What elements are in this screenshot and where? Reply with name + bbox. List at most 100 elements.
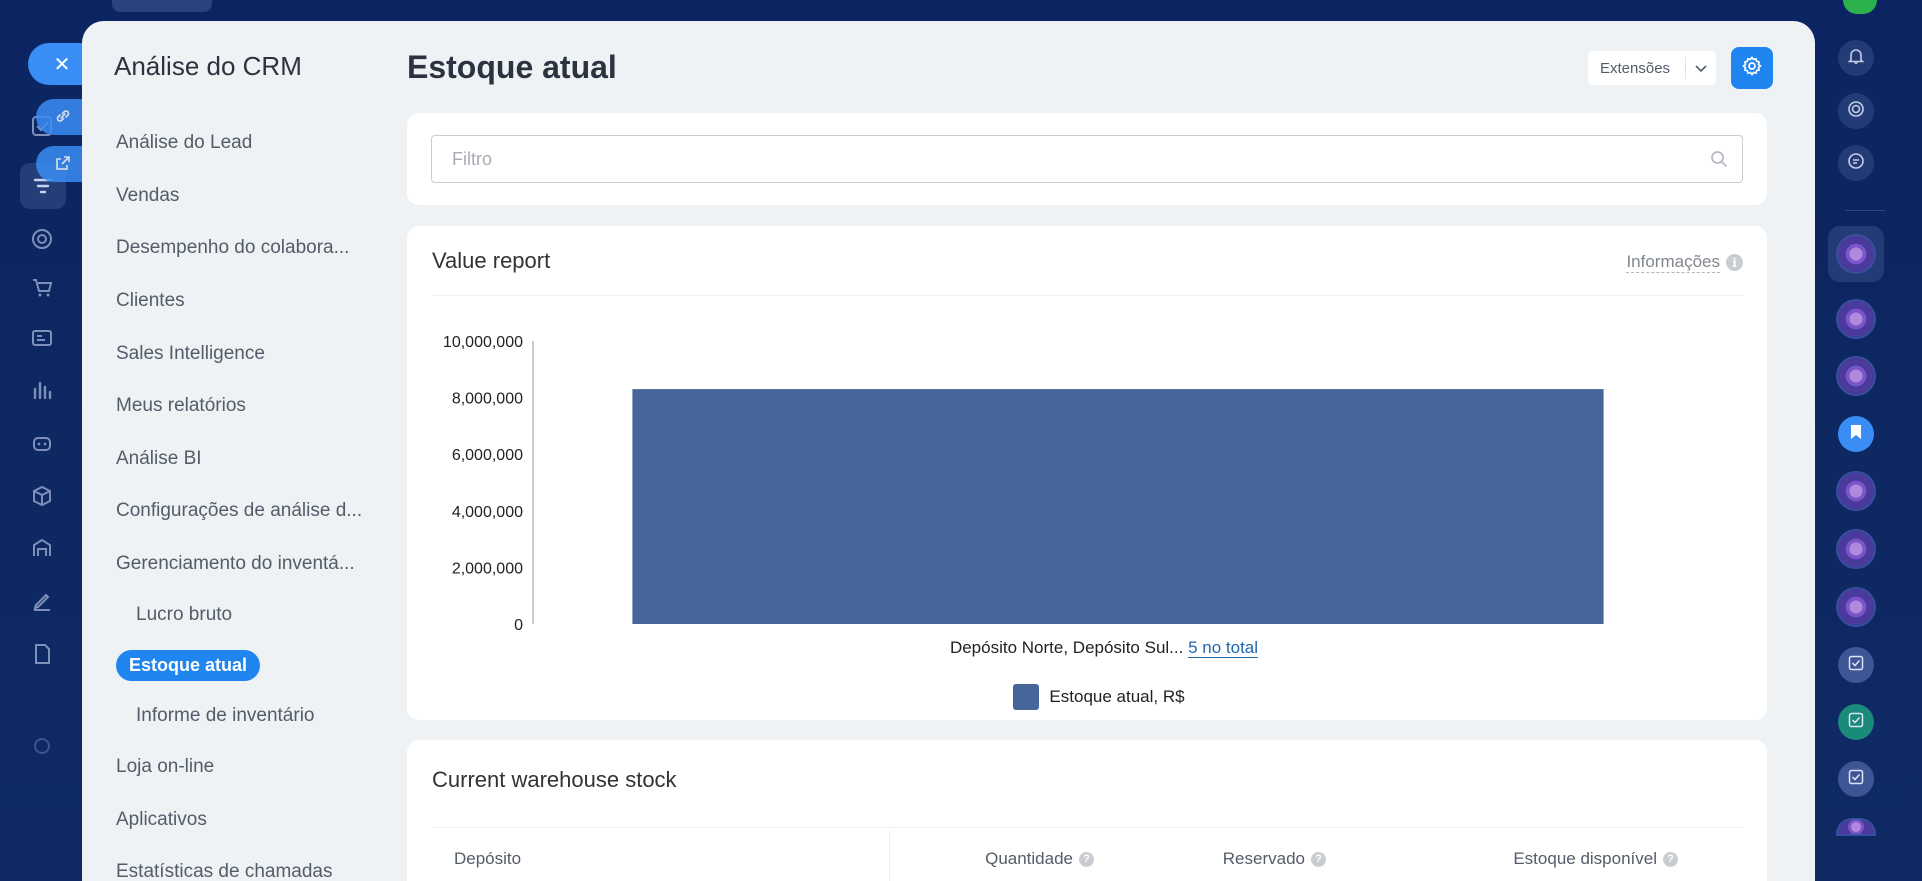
chat-avatar[interactable]	[1838, 358, 1874, 394]
chat-avatar[interactable]	[1838, 301, 1874, 337]
sidebar-item-inventory-management[interactable]: Gerenciamento do inventá...	[116, 538, 376, 591]
sidebar-title: Análise do CRM	[114, 51, 302, 81]
sidebar-item-label: Estoque atual	[116, 650, 261, 682]
help-icon[interactable]: ?	[1663, 851, 1678, 867]
sidebar-item-label: Aplicativos	[116, 808, 207, 830]
sidebar-menu: Análise do Lead Vendas Desempenho do col…	[116, 117, 376, 881]
sidebar-item-clients[interactable]: Clientes	[116, 275, 376, 328]
legend-swatch	[1013, 684, 1040, 710]
sign-icon[interactable]	[26, 585, 58, 617]
column-label: Estoque disponível	[1513, 849, 1657, 868]
table-header: Depósito Quantidade ? Reservado ? Estoqu…	[432, 830, 1743, 881]
extensions-dropdown[interactable]: Extensões	[1588, 51, 1716, 85]
page-title: Estoque atual	[407, 49, 617, 85]
chat-avatar[interactable]	[1838, 473, 1874, 509]
sidebar-item-label: Vendas	[116, 184, 180, 206]
notifications-button[interactable]	[1838, 40, 1874, 76]
copy-link-button[interactable]	[36, 99, 82, 135]
warehouse-stock-card: Current warehouse stock Depósito Quantid…	[407, 740, 1767, 881]
sidebar-item-label: Análise BI	[116, 447, 202, 469]
sidebar-item-sales[interactable]: Vendas	[116, 170, 376, 223]
sidebar-item-label: Meus relatórios	[116, 395, 246, 417]
open-new-window-button[interactable]	[36, 146, 82, 182]
bell-icon	[1847, 47, 1865, 70]
total-warehouses-link[interactable]: 5 no total	[1188, 638, 1259, 658]
sidebar-item-inventory-report[interactable]: Informe de inventário	[116, 692, 376, 741]
close-slider-button[interactable]: ✕	[28, 43, 82, 85]
column-label: Reservado	[1222, 849, 1305, 868]
column-header-warehouse[interactable]: Depósito	[432, 830, 890, 881]
sidebar-item-sales-intelligence[interactable]: Sales Intelligence	[116, 327, 376, 380]
column-header-quantity[interactable]: Quantidade ?	[890, 830, 1114, 881]
sidebar-item-employee-performance[interactable]: Desempenho do colabora...	[116, 222, 376, 275]
chat-avatar[interactable]	[1838, 531, 1874, 567]
link-icon	[55, 108, 71, 127]
bookmark-icon	[1849, 424, 1863, 445]
sidebar-item-applications[interactable]: Aplicativos	[116, 794, 376, 847]
cart-icon[interactable]	[26, 272, 58, 304]
sidebar-item-label: Sales Intelligence	[116, 342, 265, 364]
sidebar-item-analytics-settings[interactable]: Configurações de análise d...	[116, 485, 376, 538]
column-label: Depósito	[454, 849, 522, 868]
sidebar-item-current-stock[interactable]: Estoque atual	[116, 639, 376, 692]
search-icon[interactable]	[1696, 150, 1742, 168]
filter-input[interactable]	[432, 136, 1696, 182]
sidebar-item-label: Lucro bruto	[136, 603, 233, 625]
close-icon: ✕	[53, 53, 71, 76]
y-tick-label: 10,000,000	[443, 334, 523, 351]
warehouse-icon[interactable]	[26, 532, 58, 564]
task-chat-button[interactable]	[1838, 704, 1874, 740]
y-tick-label: 4,000,000	[452, 504, 523, 521]
box-icon[interactable]	[26, 480, 58, 512]
settings-button[interactable]	[1731, 47, 1773, 89]
legend-label: Estoque atual, R$	[1049, 687, 1185, 706]
robot-icon[interactable]	[26, 427, 58, 459]
filter-box	[431, 135, 1743, 183]
help-icon[interactable]: ?	[1311, 851, 1326, 867]
sidebar-item-label: Configurações de análise d...	[116, 500, 363, 522]
sidebar-item-label: Loja on-line	[116, 756, 215, 778]
sidebar-item-gross-profit[interactable]: Lucro bruto	[116, 590, 376, 639]
chat-avatar[interactable]	[1838, 589, 1874, 625]
task-chat-button[interactable]	[1838, 647, 1874, 683]
extensions-label: Extensões	[1600, 59, 1671, 77]
copilot-button[interactable]	[1838, 93, 1874, 129]
category-text: Depósito Norte, Depósito Sul...	[949, 638, 1184, 657]
chat-search-button[interactable]	[1838, 145, 1874, 181]
column-header-reserved[interactable]: Reservado ?	[1114, 830, 1346, 881]
chat-sync-icon	[1847, 152, 1865, 175]
chevron-down-icon	[1686, 60, 1716, 76]
y-tick-label: 8,000,000	[452, 391, 523, 408]
divider	[1845, 210, 1885, 211]
settings-icon[interactable]	[26, 730, 58, 762]
analytics-icon[interactable]	[26, 374, 58, 406]
y-tick-label: 2,000,000	[452, 560, 523, 577]
sidebar-item-label: Desempenho do colabora...	[116, 237, 350, 259]
help-icon[interactable]: ?	[1079, 851, 1094, 867]
target-icon[interactable]	[26, 223, 58, 255]
chart-legend: Estoque atual, R$	[407, 684, 1767, 710]
sidebar-item-call-statistics[interactable]: Estatísticas de chamadas	[116, 846, 376, 881]
external-link-icon	[55, 155, 71, 174]
checkbox-icon	[1848, 712, 1864, 733]
document-icon[interactable]	[26, 638, 58, 670]
sidebar-item-bi-analytics[interactable]: Análise BI	[116, 433, 376, 486]
column-header-available-stock[interactable]: Estoque disponível ?	[1346, 830, 1698, 881]
sidebar-item-label: Estatísticas de chamadas	[116, 861, 333, 881]
sidebar-item-online-store[interactable]: Loja on-line	[116, 741, 376, 794]
sidebar-item-my-reports[interactable]: Meus relatórios	[116, 380, 376, 433]
contact-card-icon[interactable]	[26, 322, 58, 354]
sidebar-item-label: Gerenciamento do inventá...	[116, 553, 355, 575]
spiral-icon	[1847, 100, 1865, 123]
top-bar-fragment	[112, 0, 212, 12]
chat-avatar[interactable]	[1838, 236, 1874, 272]
sidebar-item-lead-analysis[interactable]: Análise do Lead	[116, 117, 376, 170]
right-app-rail	[1815, 0, 1922, 881]
saved-messages-button[interactable]	[1838, 416, 1874, 452]
bar[interactable]	[632, 389, 1604, 624]
chat-avatar[interactable]	[1838, 820, 1874, 834]
y-tick-label: 0	[514, 617, 523, 634]
task-chat-button[interactable]	[1838, 761, 1874, 797]
y-tick-label: 6,000,000	[452, 447, 523, 464]
filter-card	[407, 113, 1767, 205]
